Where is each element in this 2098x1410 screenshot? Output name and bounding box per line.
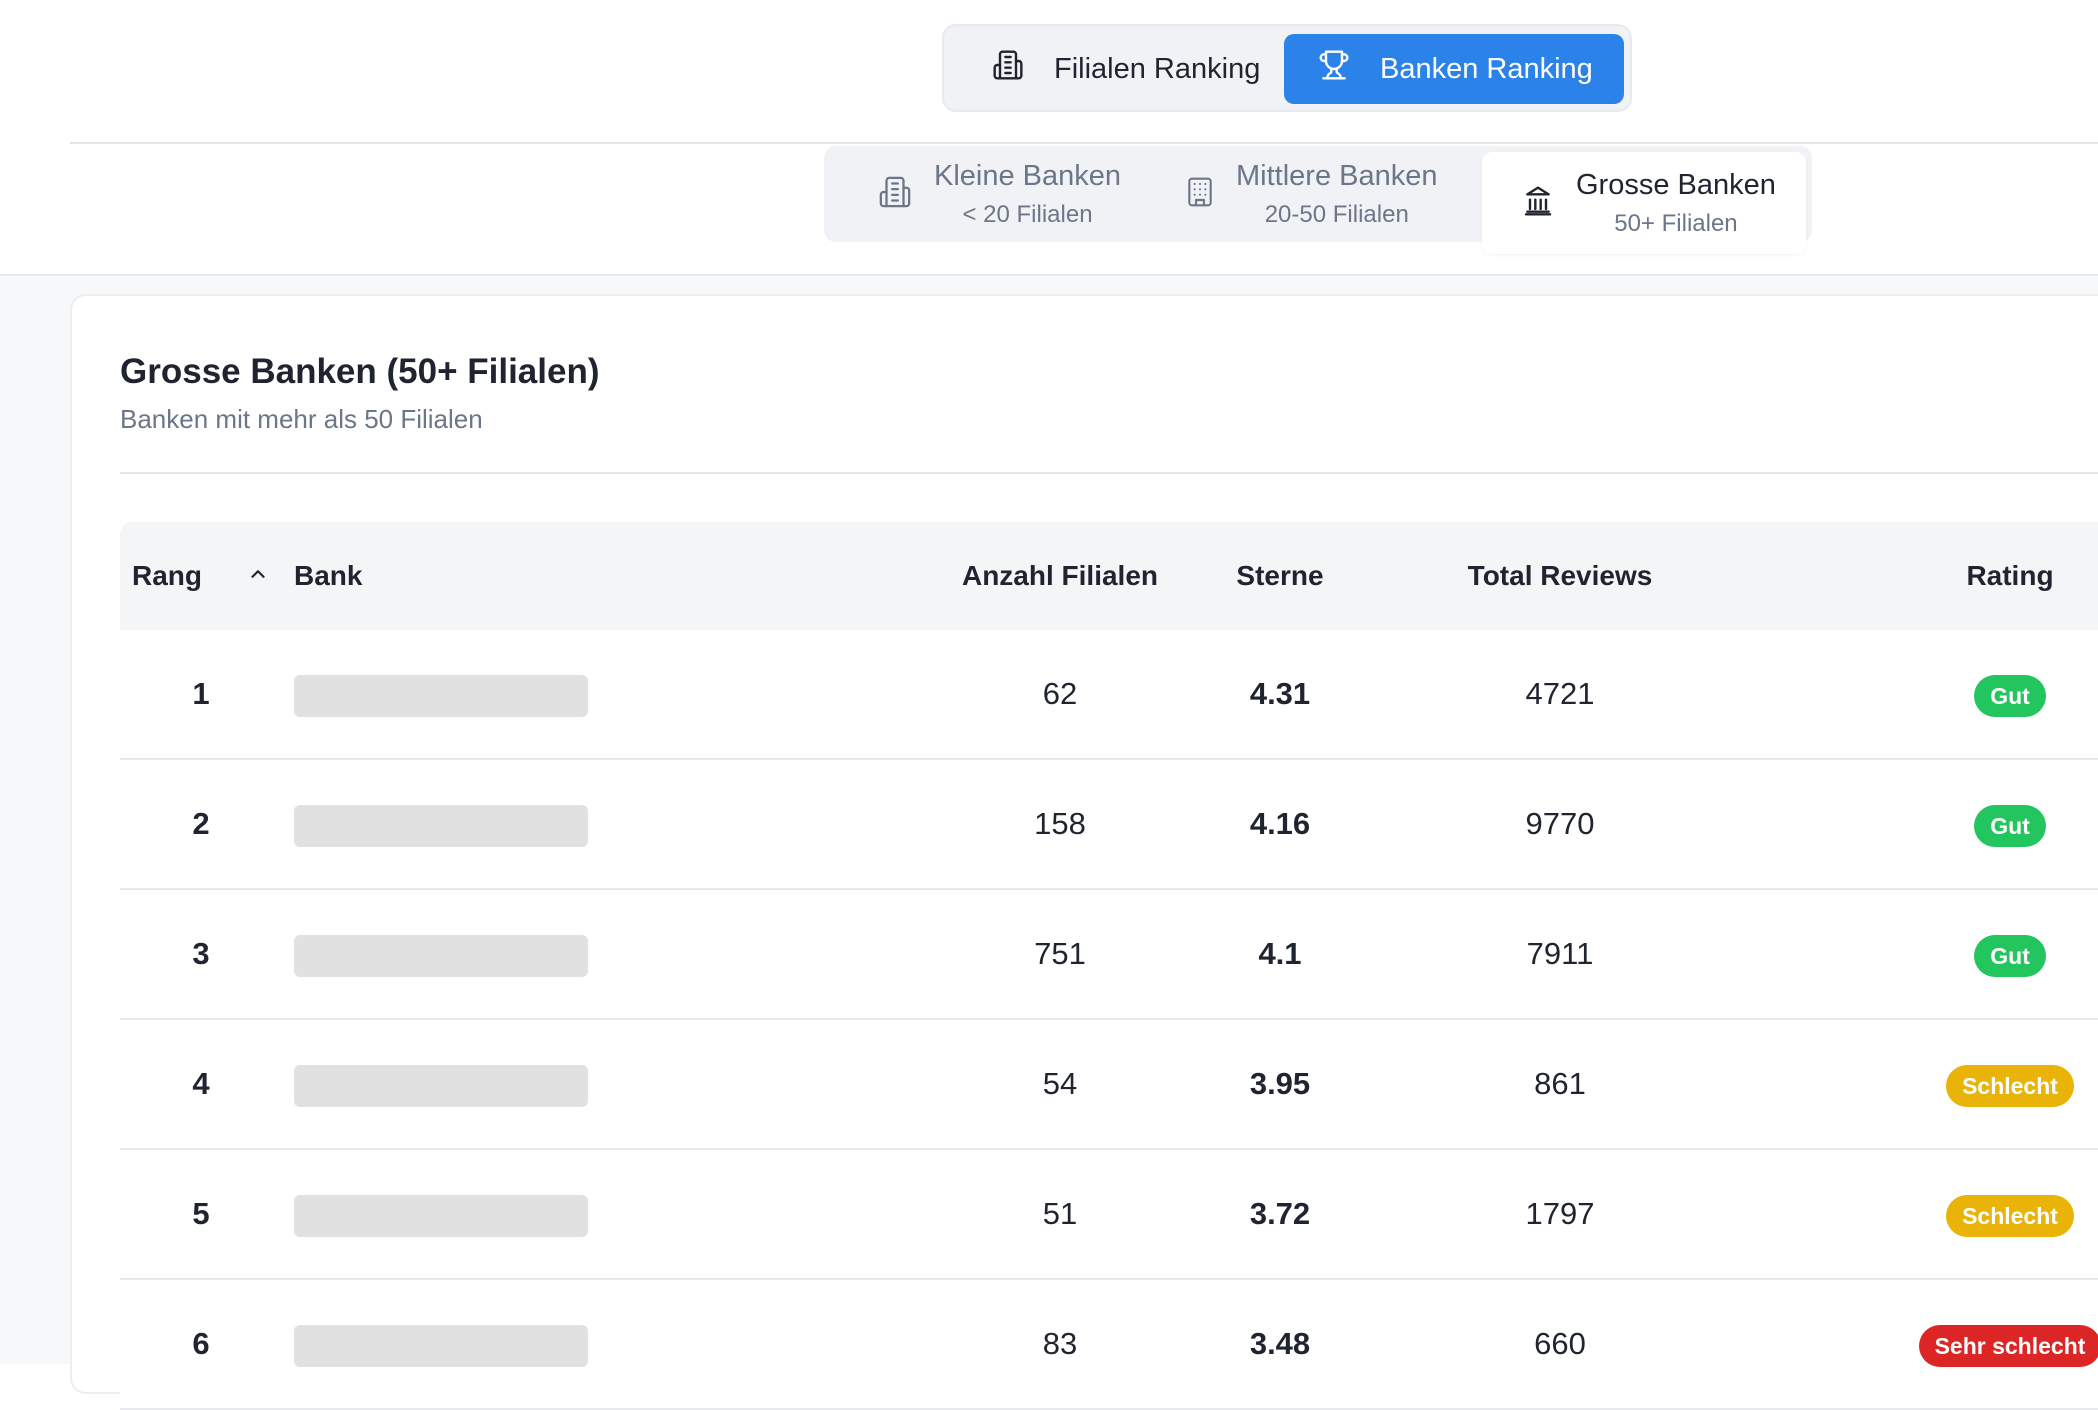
sterne-cell: 3.72 [1249,1196,1311,1231]
tab-grosse-banken-sublabel: 50+ Filialen [1614,210,1738,237]
building-icon [824,175,934,214]
card-title: Grosse Banken (50+ Filialen) [120,352,600,391]
sterne-cell: 3.95 [1249,1066,1311,1101]
bank-icon [1482,185,1576,222]
rating-cell: Gut [1840,890,2098,1018]
tab-mittlere-banken[interactable]: Mittlere Banken 20-50 Filialen [1144,146,1464,242]
bank-name-cell [294,1280,588,1408]
header-rating[interactable]: Rating [1840,522,2098,630]
filialen-cell: 158 [1034,806,1086,841]
rating-badge: Schlecht [1946,1064,2074,1107]
rating-cell: Sehr schlecht [1840,1280,2098,1408]
reviews-cell: 4721 [1525,676,1595,711]
filialen-ranking-label: Filialen Ranking [1054,52,1261,85]
card-subtitle: Banken mit mehr als 50 Filialen [120,404,483,434]
tab-kleine-banken-sublabel: < 20 Filialen [962,201,1093,228]
header-anzahl-filialen[interactable]: Anzahl Filialen [920,522,1200,630]
redacted-bank-name [294,1194,588,1237]
sterne-cell: 3.48 [1249,1326,1311,1361]
table-body: 1 62 4.31 4721 Gut 2 158 4.16 9770 Gut 3… [120,630,2098,1410]
bank-name-cell [294,760,588,888]
tab-mittlere-banken-sublabel: 20-50 Filialen [1264,201,1409,228]
header-sterne[interactable]: Sterne [1160,522,1400,630]
sort-button[interactable] [238,522,278,630]
reviews-cell: 1797 [1525,1196,1595,1231]
filialen-ranking-button[interactable]: Filialen Ranking [952,34,1272,104]
table-row[interactable]: 4 54 3.95 861 Schlecht [120,1020,2098,1150]
redacted-bank-name [294,804,588,847]
rating-badge: Schlecht [1946,1194,2074,1237]
redacted-bank-name [294,1064,588,1107]
table-row[interactable]: 1 62 4.31 4721 Gut [120,630,2098,760]
reviews-cell: 9770 [1525,806,1595,841]
reviews-cell: 660 [1534,1326,1586,1361]
filialen-cell: 62 [1042,676,1078,711]
tab-grosse-banken[interactable]: Grosse Banken 50+ Filialen [1482,152,1806,254]
redacted-bank-name [294,1324,588,1367]
office-building-icon [1144,176,1236,213]
redacted-bank-name [294,934,588,977]
rank-cell: 3 [192,936,210,971]
filialen-cell: 751 [1034,936,1086,971]
bank-name-cell [294,890,588,1018]
filialen-cell: 83 [1042,1326,1078,1361]
card-divider [120,472,2098,474]
rating-badge: Gut [1974,804,2046,847]
tab-kleine-banken[interactable]: Kleine Banken < 20 Filialen [824,146,1134,242]
sterne-cell: 4.16 [1249,806,1311,841]
rating-cell: Schlecht [1840,1020,2098,1148]
rank-cell: 1 [192,676,210,711]
bank-name-cell [294,630,588,758]
trophy-icon [1284,49,1380,89]
reviews-cell: 861 [1534,1066,1586,1101]
bank-name-cell [294,1150,588,1278]
rating-cell: Schlecht [1840,1150,2098,1278]
banken-ranking-button[interactable]: Banken Ranking [1284,34,1624,104]
rating-cell: Gut [1840,760,2098,888]
reviews-cell: 7911 [1526,936,1594,971]
rating-badge: Gut [1974,674,2046,717]
rating-badge: Gut [1974,934,2046,977]
redacted-bank-name [294,674,588,717]
rank-cell: 6 [192,1326,210,1361]
ranking-card: Grosse Banken (50+ Filialen) Banken mit … [70,294,2098,1410]
chevron-up-icon [247,560,269,592]
ranking-mode-toggle: Filialen Ranking Banken Ranking [942,24,1632,112]
table-row[interactable]: 5 51 3.72 1797 Schlecht [120,1150,2098,1280]
rating-cell: Gut [1840,630,2098,758]
sterne-cell: 4.31 [1249,676,1311,711]
filialen-cell: 51 [1042,1196,1078,1231]
table-row[interactable]: 6 83 3.48 660 Sehr schlecht [120,1280,2098,1410]
tab-grosse-banken-label: Grosse Banken [1576,169,1776,201]
ranking-table: Rang Bank Anzahl Filialen Sterne Total R… [120,522,2098,1410]
building-icon [952,49,1054,89]
banken-ranking-label: Banken Ranking [1380,52,1593,85]
header-divider [70,142,2098,144]
header-total-reviews[interactable]: Total Reviews [1400,522,1720,630]
tab-mittlere-banken-label: Mittlere Banken [1236,160,1438,192]
header-bank[interactable]: Bank [294,522,362,630]
sterne-cell: 4.1 [1258,936,1302,971]
table-header: Rang Bank Anzahl Filialen Sterne Total R… [120,522,2098,630]
tab-kleine-banken-label: Kleine Banken [934,160,1122,192]
header-rang[interactable]: Rang [132,522,202,630]
filialen-cell: 54 [1042,1066,1078,1101]
rating-badge: Sehr schlecht [1918,1324,2098,1367]
bank-size-tabs: Kleine Banken < 20 Filialen Mittlere Ban… [824,146,1812,254]
bank-name-cell [294,1020,588,1148]
table-row[interactable]: 2 158 4.16 9770 Gut [120,760,2098,890]
rank-cell: 5 [192,1196,210,1231]
rank-cell: 2 [192,806,210,841]
rank-cell: 4 [192,1066,210,1101]
table-row[interactable]: 3 751 4.1 7911 Gut [120,890,2098,1020]
